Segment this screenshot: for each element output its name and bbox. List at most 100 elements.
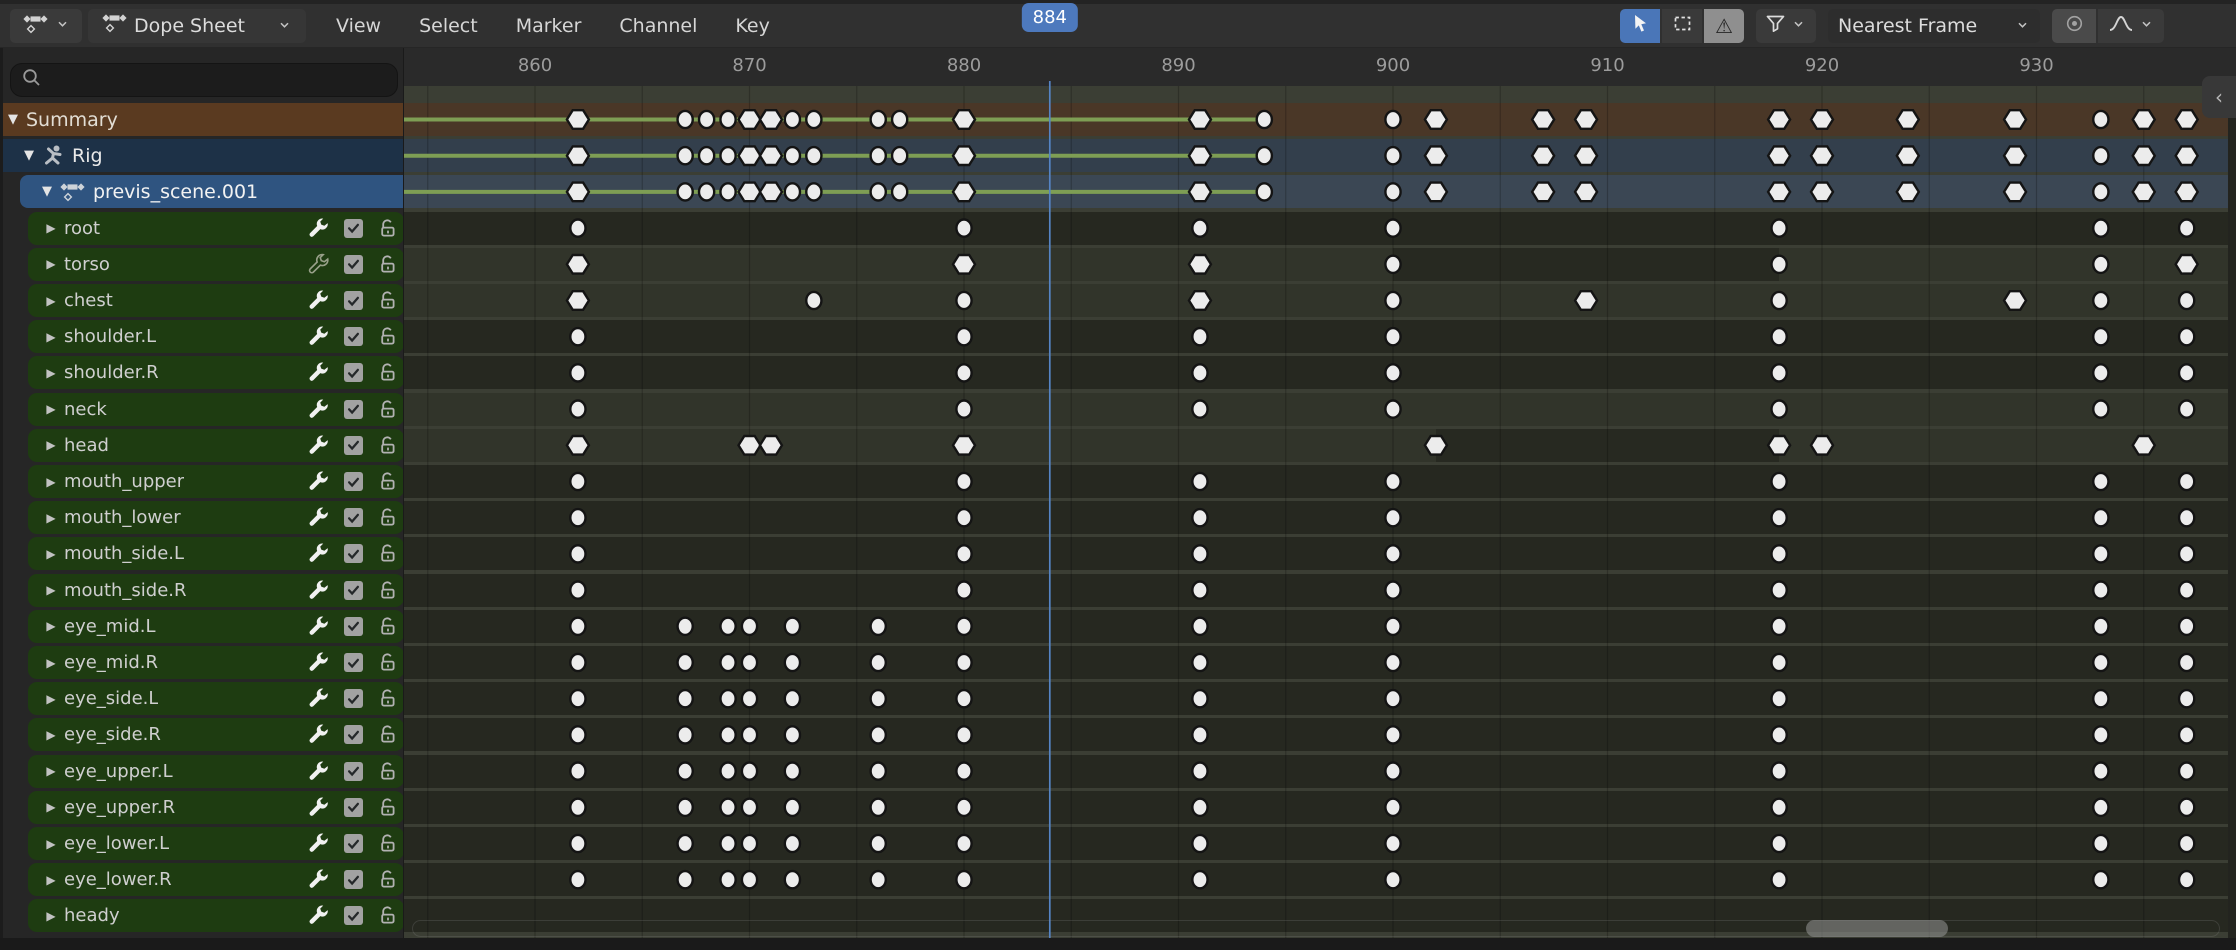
keyframe-circle[interactable] <box>742 835 757 852</box>
keyframe-circle[interactable] <box>2093 835 2108 852</box>
keyframe-circle[interactable] <box>720 763 735 780</box>
keyframe-diamond[interactable] <box>1811 110 1833 129</box>
keyframe-circle[interactable] <box>720 111 735 128</box>
keyframe-circle[interactable] <box>1385 690 1400 707</box>
expander-triangle[interactable]: ▶ <box>38 909 64 923</box>
menu-channel[interactable]: Channel <box>619 15 697 37</box>
keyframe-circle[interactable] <box>892 147 907 164</box>
keyframe-diamond[interactable] <box>1189 291 1211 310</box>
channel-enable-checkbox[interactable] <box>344 870 363 889</box>
channel-enable-checkbox[interactable] <box>344 544 363 563</box>
keyframe-diamond[interactable] <box>739 183 761 202</box>
keyframe-circle[interactable] <box>2179 726 2194 743</box>
keyframe-diamond[interactable] <box>567 146 589 165</box>
keyframe-circle[interactable] <box>742 654 757 671</box>
keyframe-circle[interactable] <box>2179 799 2194 816</box>
keyframe-circle[interactable] <box>1192 509 1207 526</box>
expander-triangle[interactable]: ▼ <box>34 184 60 199</box>
keyframe-circle[interactable] <box>1192 799 1207 816</box>
editor-type-button[interactable] <box>10 9 82 43</box>
keyframe-circle[interactable] <box>1192 763 1207 780</box>
keyframe-circle[interactable] <box>742 871 757 888</box>
keyframe-circle[interactable] <box>1385 473 1400 490</box>
keyframe-circle[interactable] <box>570 401 585 418</box>
keyframe-circle[interactable] <box>570 799 585 816</box>
keyframe-circle[interactable] <box>2093 799 2108 816</box>
unlock-icon[interactable] <box>377 905 398 926</box>
keyframe-circle[interactable] <box>1772 618 1787 635</box>
keyframe-circle[interactable] <box>956 871 971 888</box>
keyframe-circle[interactable] <box>1772 401 1787 418</box>
modifiers-wrench-icon[interactable] <box>307 723 330 746</box>
channel-row-eye_upper.r[interactable]: ▶ eye_upper.R <box>28 791 404 824</box>
channel-row-neck[interactable]: ▶ neck <box>28 393 404 426</box>
keyframe-circle[interactable] <box>806 111 821 128</box>
keyframe-circle[interactable] <box>2093 147 2108 164</box>
channel-row-eye_upper.l[interactable]: ▶ eye_upper.L <box>28 755 404 788</box>
channel-row-mouth_upper[interactable]: ▶ mouth_upper <box>28 465 404 498</box>
keyframe-circle[interactable] <box>2179 582 2194 599</box>
keyframe-circle[interactable] <box>2179 328 2194 345</box>
keyframe-diamond[interactable] <box>1532 183 1554 202</box>
modifiers-wrench-icon[interactable] <box>307 361 330 384</box>
keyframe-diamond[interactable] <box>567 291 589 310</box>
keyframe-circle[interactable] <box>678 654 693 671</box>
keyframe-circle[interactable] <box>1772 220 1787 237</box>
keyframe-circle[interactable] <box>720 183 735 200</box>
keyframe-circle[interactable] <box>570 328 585 345</box>
keyframe-circle[interactable] <box>956 690 971 707</box>
keyframe-diamond[interactable] <box>2176 183 2198 202</box>
unlock-icon[interactable] <box>377 399 398 420</box>
expander-triangle[interactable]: ▶ <box>38 692 64 706</box>
keyframe-diamond[interactable] <box>2004 110 2026 129</box>
unlock-icon[interactable] <box>377 507 398 528</box>
keyframe-diamond[interactable] <box>1189 110 1211 129</box>
keyframe-circle[interactable] <box>2093 292 2108 309</box>
keyframe-diamond[interactable] <box>760 146 782 165</box>
box-select-button[interactable] <box>1662 9 1702 43</box>
keyframe-circle[interactable] <box>570 509 585 526</box>
modifiers-wrench-icon[interactable] <box>307 615 330 638</box>
unlock-icon[interactable] <box>377 797 398 818</box>
unlock-icon[interactable] <box>377 326 398 347</box>
unlock-icon[interactable] <box>377 435 398 456</box>
keyframe-diamond[interactable] <box>1189 255 1211 274</box>
modifiers-wrench-icon[interactable] <box>307 542 330 565</box>
current-frame-indicator[interactable]: 884 <box>1022 3 1078 32</box>
keyframe-circle[interactable] <box>1192 545 1207 562</box>
keyframe-circle[interactable] <box>1385 582 1400 599</box>
keyframe-circle[interactable] <box>570 582 585 599</box>
keyframe-circle[interactable] <box>2179 618 2194 635</box>
keyframe-circle[interactable] <box>2093 618 2108 635</box>
keyframe-circle[interactable] <box>1385 256 1400 273</box>
keyframe-circle[interactable] <box>871 690 886 707</box>
keyframe-circle[interactable] <box>1385 835 1400 852</box>
keyframe-circle[interactable] <box>1385 618 1400 635</box>
keyframe-circle[interactable] <box>785 147 800 164</box>
channel-row-eye_lower.r[interactable]: ▶ eye_lower.R <box>28 863 404 896</box>
expander-triangle[interactable]: ▶ <box>38 764 64 778</box>
channel-row-mouth_side.l[interactable]: ▶ mouth_side.L <box>28 537 404 570</box>
keyframe-circle[interactable] <box>871 618 886 635</box>
keyframe-diamond[interactable] <box>2176 146 2198 165</box>
keyframe-circle[interactable] <box>956 582 971 599</box>
keyframe-circle[interactable] <box>2093 183 2108 200</box>
channel-row-rig[interactable]: ▼ Rig <box>0 139 404 172</box>
keyframe-circle[interactable] <box>956 654 971 671</box>
keyframe-circle[interactable] <box>1192 582 1207 599</box>
keyframe-circle[interactable] <box>1192 618 1207 635</box>
keyframe-circle[interactable] <box>1772 726 1787 743</box>
expander-triangle[interactable]: ▶ <box>38 221 64 235</box>
keyframe-diamond[interactable] <box>567 110 589 129</box>
keyframe-circle[interactable] <box>1257 111 1272 128</box>
keyframe-circle[interactable] <box>720 618 735 635</box>
unlock-icon[interactable] <box>377 580 398 601</box>
keyframe-circle[interactable] <box>1772 256 1787 273</box>
modifiers-wrench-icon[interactable] <box>307 325 330 348</box>
keyframe-diamond[interactable] <box>2004 146 2026 165</box>
expander-triangle[interactable]: ▶ <box>38 402 64 416</box>
channel-enable-checkbox[interactable] <box>344 617 363 636</box>
keyframe-circle[interactable] <box>678 799 693 816</box>
keyframe-circle[interactable] <box>570 618 585 635</box>
keyframe-circle[interactable] <box>785 799 800 816</box>
